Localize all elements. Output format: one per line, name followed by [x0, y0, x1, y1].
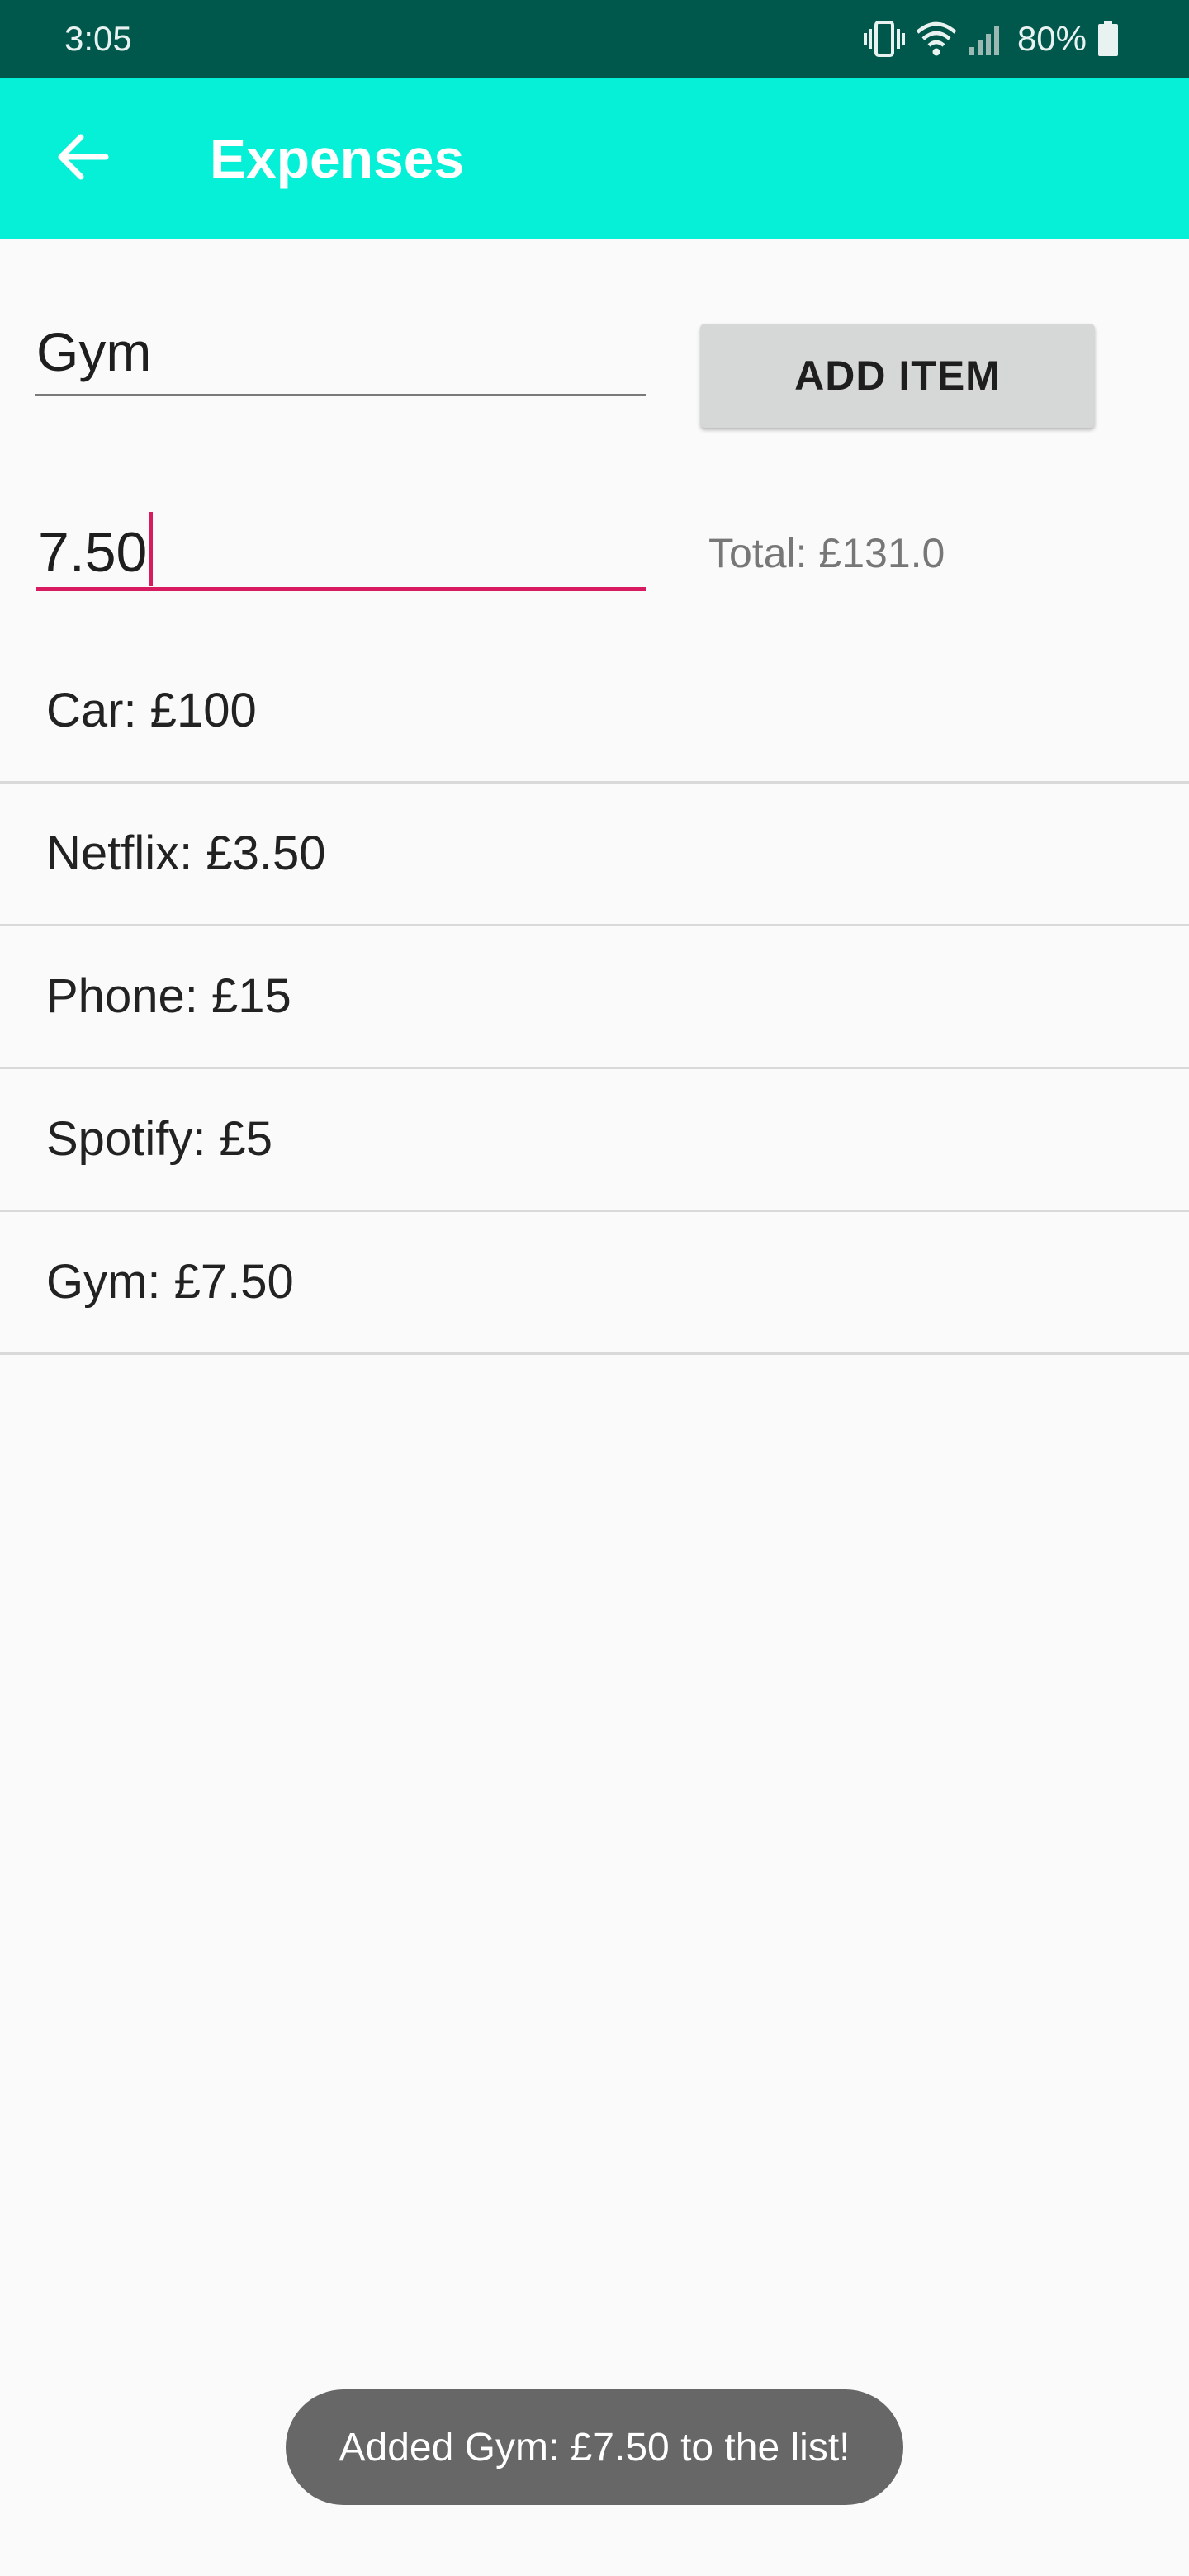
page-title: Expenses [210, 128, 465, 189]
status-icons: 80% [863, 17, 1120, 61]
list-item[interactable]: Car: £100 [0, 641, 1189, 784]
add-item-button[interactable]: ADD ITEM [700, 324, 1095, 428]
list-item[interactable]: Phone: £15 [0, 926, 1189, 1069]
list-item-label: Gym: £7.50 [46, 1255, 294, 1309]
toast-message: Added Gym: £7.50 to the list! [286, 2389, 903, 2505]
battery-percent: 80% [1016, 19, 1087, 58]
list-item-label: Phone: £15 [46, 969, 291, 1023]
battery-icon [1097, 21, 1120, 57]
app-bar: Expenses [0, 78, 1189, 239]
item-name-field[interactable]: Gym [35, 305, 646, 396]
vibrate-icon [863, 21, 905, 57]
total-label: Total: £131.0 [708, 530, 945, 576]
signal-icon [968, 21, 1004, 57]
wifi-icon [915, 21, 958, 57]
arrow-back-icon [56, 134, 109, 184]
item-name-value: Gym [36, 321, 152, 382]
list-item-label: Car: £100 [46, 684, 257, 737]
amount-text: 7.50 [38, 521, 148, 584]
list-item[interactable]: Netflix: £3.50 [0, 784, 1189, 926]
list-item-label: Spotify: £5 [46, 1112, 273, 1166]
list-item[interactable]: Gym: £7.50 [0, 1212, 1189, 1355]
status-time: 3:05 [64, 19, 132, 58]
text-cursor [149, 512, 154, 586]
item-amount-field[interactable]: 7.50 [36, 495, 646, 591]
list-item-label: Netflix: £3.50 [46, 826, 326, 880]
status-bar: 3:05 80% [0, 0, 1189, 78]
back-button[interactable] [40, 116, 126, 201]
expense-list: Car: £100 Netflix: £3.50 Phone: £15 Spot… [0, 641, 1189, 1355]
item-amount-value: 7.50 [38, 512, 154, 586]
list-item[interactable]: Spotify: £5 [0, 1069, 1189, 1212]
